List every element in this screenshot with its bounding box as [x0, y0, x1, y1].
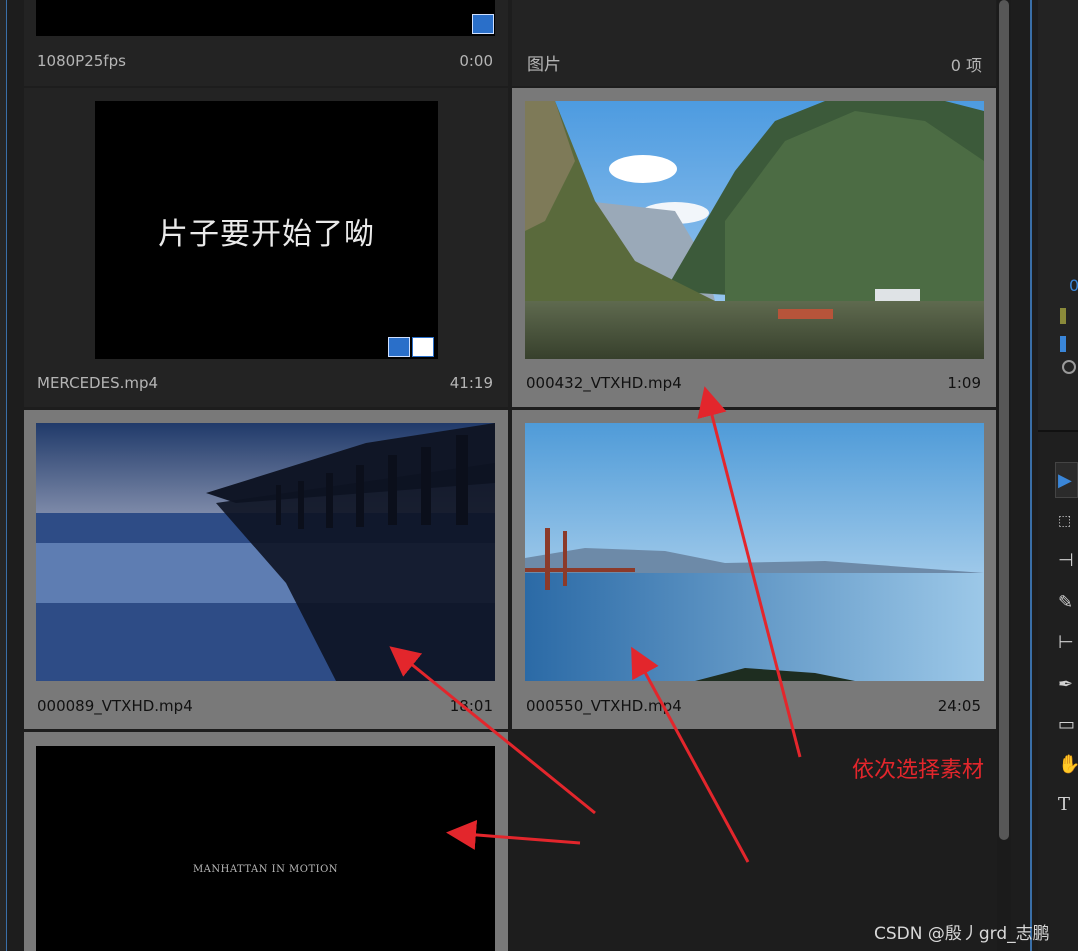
panel-divider[interactable]	[1030, 0, 1032, 951]
pen-icon[interactable]: ✒	[1058, 674, 1078, 696]
thumbnail-caption: 片子要开始了呦	[158, 217, 375, 252]
sequence-tile[interactable]: 1080P25fps 0:00	[24, 0, 508, 86]
clip-name: 000089_VTXHD.mp4	[37, 697, 193, 715]
clip-name: MERCEDES.mp4	[37, 374, 159, 392]
clip-thumbnail-bay	[525, 423, 984, 681]
ripple-edit-icon[interactable]: ⊣	[1058, 550, 1078, 572]
playhead-marker-green	[1060, 308, 1066, 324]
clip-duration: 24:05	[937, 697, 981, 715]
bin-name: 图片	[527, 55, 561, 75]
type-icon[interactable]: T	[1058, 794, 1078, 816]
annotation-text: 依次选择素材	[852, 758, 985, 783]
razor-icon[interactable]: ✎	[1058, 592, 1078, 614]
playhead-marker-blue	[1060, 336, 1066, 352]
clip-duration: 41:19	[449, 374, 493, 392]
clip-name: 000432_VTXHD.mp4	[526, 374, 682, 392]
clip-tile-000550[interactable]: 000550_VTXHD.mp4 24:05	[512, 410, 996, 729]
slip-icon[interactable]: ⊢	[1058, 632, 1078, 654]
selection-tool-icon[interactable]: ▶	[1058, 470, 1078, 492]
clip-tile-000089[interactable]: 000089_VTXHD.mp4 18:01	[24, 410, 508, 729]
track-select-icon[interactable]: ⬚	[1058, 510, 1078, 532]
watermark: CSDN @殷丿grd_志鹏	[874, 924, 1050, 944]
clip-thumbnail-pier	[36, 423, 495, 681]
clip-tile-manhattan[interactable]: MANHATTAN IN MOTION	[24, 732, 508, 951]
sequence-icon	[472, 14, 494, 34]
rectangle-icon[interactable]: ▭	[1058, 714, 1078, 736]
clip-thumbnail-manhattan: MANHATTAN IN MOTION	[36, 746, 495, 951]
clip-thumbnail-mercedes: 片子要开始了呦	[95, 101, 438, 359]
clip-tile-mercedes[interactable]: 片子要开始了呦 MERCEDES.mp4 41:19	[24, 88, 508, 407]
clip-duration: 18:01	[449, 697, 493, 715]
sync-icon	[388, 337, 410, 357]
timeline-value: 0	[1069, 276, 1078, 295]
panel-left-border	[0, 0, 7, 951]
bin-tile-pictures[interactable]: 图片 0 项	[512, 0, 996, 86]
audio-video-icon	[412, 337, 434, 357]
scrollbar-thumb[interactable]	[999, 0, 1009, 840]
ring-icon	[1062, 360, 1076, 374]
bin-item-count: 0 项	[950, 56, 982, 75]
clip-thumbnail-fjord	[525, 101, 984, 359]
sequence-name: 1080P25fps	[37, 52, 126, 70]
hand-icon[interactable]: ✋	[1058, 754, 1078, 776]
clip-tile-000432[interactable]: 000432_VTXHD.mp4 1:09	[512, 88, 996, 407]
sequence-thumbnail	[36, 0, 495, 36]
clip-name: 000550_VTXHD.mp4	[526, 697, 682, 715]
project-panel: 1080P25fps 0:00 图片 0 项 片子要开始了呦 MERCEDES.…	[0, 0, 1078, 951]
sequence-duration: 0:00	[459, 52, 493, 70]
thumbnail-caption: MANHATTAN IN MOTION	[192, 864, 339, 875]
clip-duration: 1:09	[947, 374, 981, 392]
